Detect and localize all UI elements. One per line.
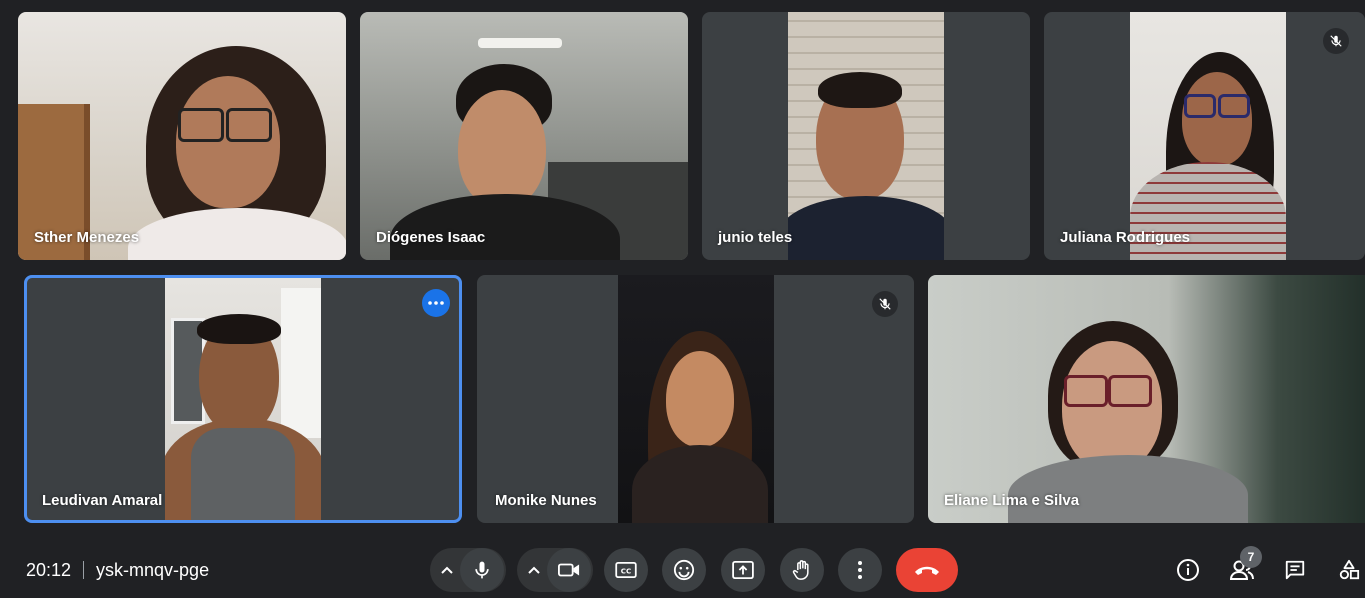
participant-tile-leudivan[interactable]: Leudivan Amaral <box>24 275 462 523</box>
meeting-code: ysk-mnqv-pge <box>96 560 210 580</box>
curtain <box>281 288 321 438</box>
more-options-button[interactable] <box>422 289 450 317</box>
control-bar: 20:12 ysk-mnqv-pge CC 7 <box>0 540 1365 598</box>
chat-button[interactable] <box>1279 554 1311 586</box>
camera-icon <box>558 563 580 577</box>
participant-name: Sther Menezes <box>34 229 140 246</box>
chat-icon <box>1285 560 1305 580</box>
video-feed <box>165 278 321 520</box>
video-feed <box>1130 12 1286 260</box>
participant-name: junio teles <box>718 229 793 246</box>
activities-button[interactable] <box>1333 554 1365 586</box>
participant-tile-monike[interactable]: Monike Nunes <box>477 275 914 523</box>
mic-options-button[interactable] <box>432 548 462 592</box>
video-feed <box>360 12 688 260</box>
end-call-icon <box>915 566 939 575</box>
video-feed <box>928 275 1365 523</box>
participant-tile-junio[interactable]: junio teles <box>702 12 1030 260</box>
end-call-button[interactable] <box>896 548 958 592</box>
captions-icon: CC <box>615 562 637 578</box>
raise-hand-icon <box>792 560 809 580</box>
present-screen-button[interactable] <box>721 548 765 592</box>
participant-tile-juliana[interactable]: Juliana Rodrigues <box>1044 12 1365 260</box>
microphone-button[interactable] <box>460 548 504 592</box>
microphone-icon <box>475 561 489 579</box>
participant-name: Monike Nunes <box>495 492 597 509</box>
participant-name: Diógenes Isaac <box>376 229 486 246</box>
raise-hand-button[interactable] <box>780 548 824 592</box>
info-icon <box>1177 559 1199 581</box>
captions-button[interactable]: CC <box>604 548 648 592</box>
more-options-icon <box>858 561 862 579</box>
meeting-info-button[interactable] <box>1172 554 1204 586</box>
muted-mic-icon <box>872 291 898 317</box>
camera-options-button[interactable] <box>519 548 549 592</box>
participant-tile-sther[interactable]: Sther Menezes <box>18 12 346 260</box>
svg-text:CC: CC <box>621 567 631 576</box>
camera-button[interactable] <box>547 548 591 592</box>
participant-tile-eliane[interactable]: Eliane Lima e Silva <box>928 275 1365 523</box>
more-options-button[interactable] <box>838 548 882 592</box>
muted-mic-icon <box>1323 28 1349 54</box>
present-icon <box>732 561 754 579</box>
meeting-details: 20:12 ysk-mnqv-pge <box>26 560 209 581</box>
divider <box>83 561 85 579</box>
participant-tile-diogenes[interactable]: Diógenes Isaac <box>360 12 688 260</box>
emoji-icon <box>673 559 695 581</box>
emoji-reactions-button[interactable] <box>662 548 706 592</box>
video-feed <box>618 275 774 523</box>
ceiling-light <box>478 38 562 48</box>
meeting-time: 20:12 <box>26 560 72 580</box>
video-feed <box>18 12 346 260</box>
participant-name: Leudivan Amaral <box>42 492 163 509</box>
participant-name: Eliane Lima e Silva <box>944 492 1080 509</box>
people-count-badge: 7 <box>1240 546 1262 568</box>
video-feed <box>788 12 944 260</box>
participant-name: Juliana Rodrigues <box>1060 229 1191 246</box>
people-button[interactable]: 7 <box>1226 546 1262 586</box>
chevron-up-icon <box>441 566 453 574</box>
activities-icon <box>1339 559 1360 580</box>
chevron-up-icon <box>528 566 540 574</box>
